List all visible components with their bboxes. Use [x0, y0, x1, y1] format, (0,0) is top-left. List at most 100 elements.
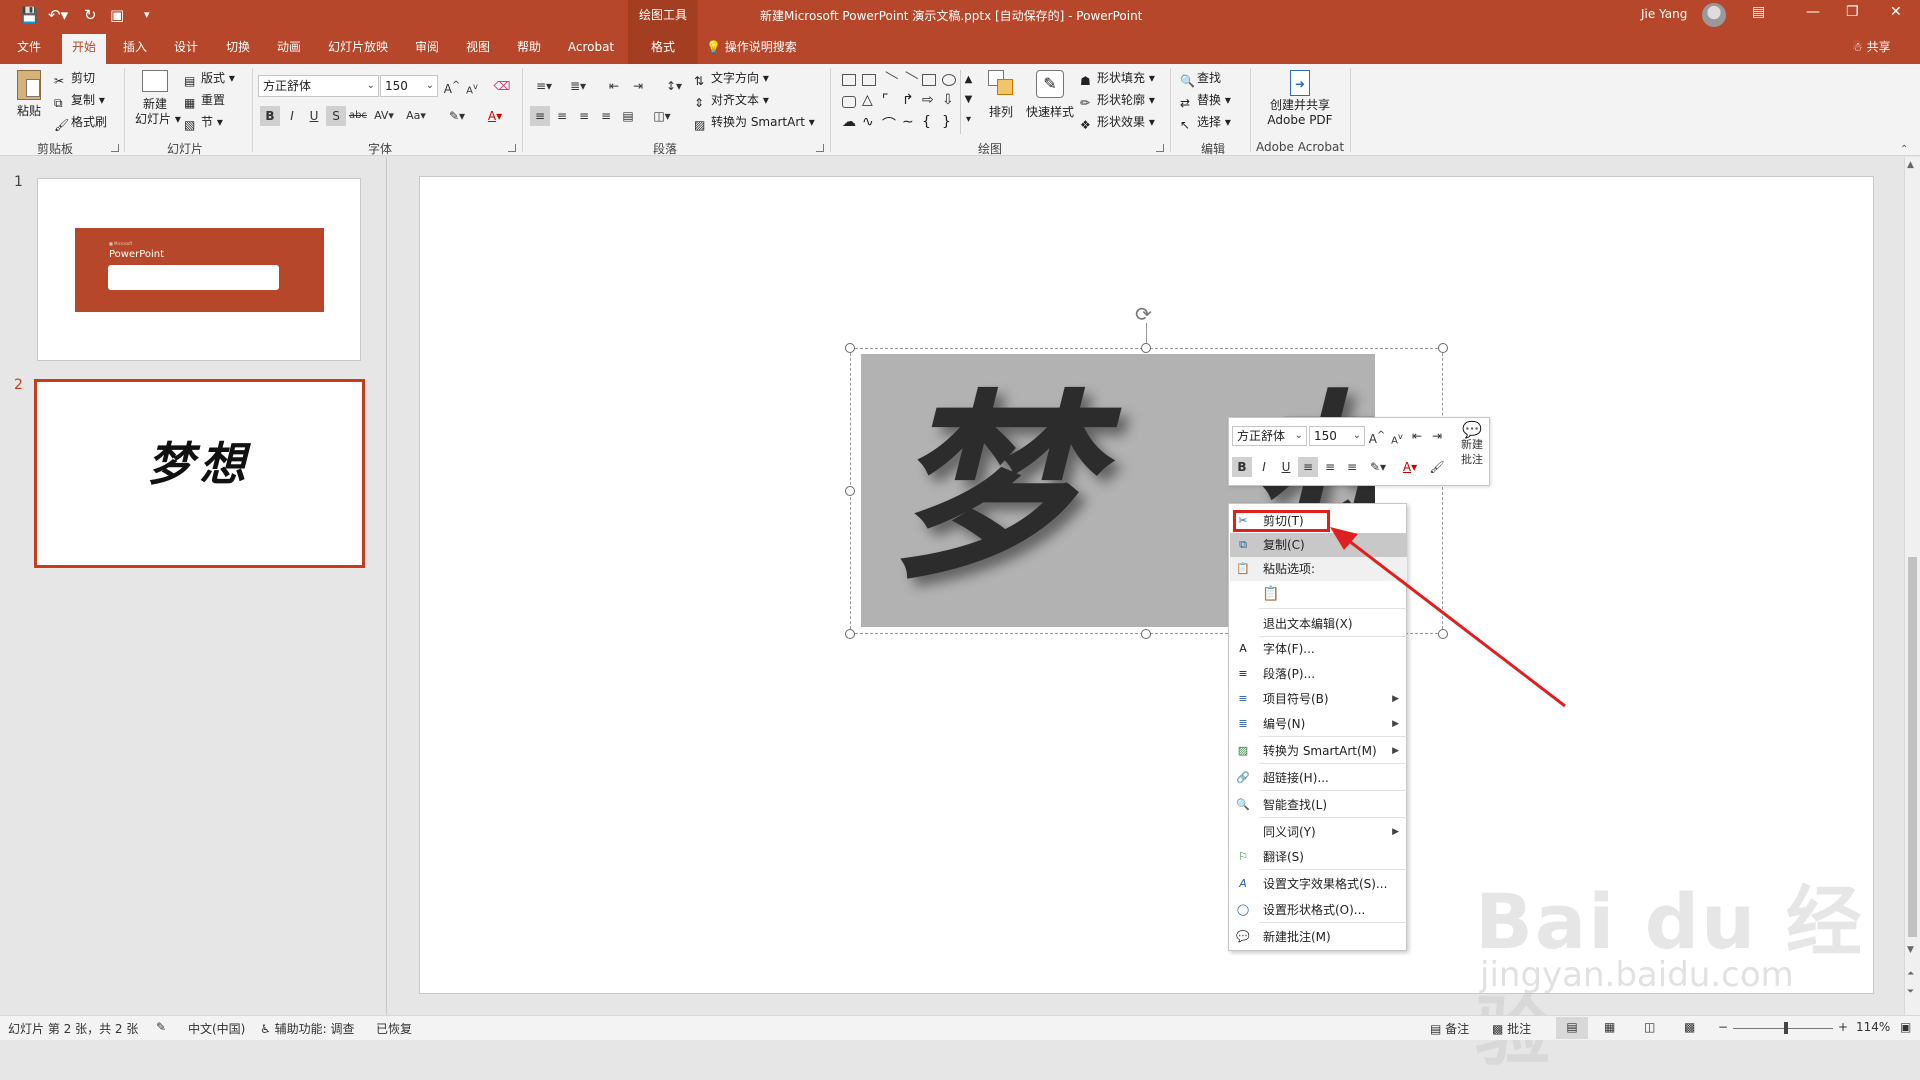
- curve-shape-icon[interactable]: ∿: [862, 114, 874, 130]
- numbering-icon[interactable]: ≣▾: [564, 76, 592, 96]
- wave-shape-icon[interactable]: ∼: [902, 114, 914, 130]
- undo-icon[interactable]: ↶▾: [48, 5, 68, 25]
- columns-icon[interactable]: ◫▾: [648, 106, 676, 126]
- tell-me-search[interactable]: 💡 操作说明搜索: [706, 30, 797, 64]
- convert-smartart-button[interactable]: ▨ 转换为 SmartArt ▾: [694, 114, 815, 132]
- text-direction-button[interactable]: ⇅ 文字方向 ▾: [694, 70, 769, 88]
- zoom-in-icon[interactable]: +: [1838, 1020, 1848, 1034]
- slide-thumbnail-1[interactable]: ■ Microsoft PowerPoint: [37, 178, 361, 361]
- freeform-shape-icon[interactable]: ☁: [842, 114, 856, 130]
- replace-button[interactable]: ⇄ 替换 ▾: [1180, 92, 1231, 110]
- rectangle-shape-icon[interactable]: [922, 74, 936, 86]
- redo-icon[interactable]: ↻: [84, 5, 97, 25]
- triangle-shape-icon[interactable]: △: [862, 92, 873, 108]
- share-button[interactable]: ☃ 共享: [1852, 30, 1891, 64]
- italic-button[interactable]: I: [282, 106, 302, 126]
- format-painter-icon[interactable]: 🖌: [1427, 457, 1447, 477]
- reading-view-icon[interactable]: ◫: [1644, 1020, 1655, 1034]
- save-icon[interactable]: 💾: [20, 5, 39, 25]
- oval-shape-icon[interactable]: [942, 74, 956, 86]
- tab-help[interactable]: 帮助: [508, 30, 550, 64]
- layout-button[interactable]: ▤ 版式 ▾: [184, 70, 235, 88]
- bold-button[interactable]: B: [260, 106, 280, 126]
- grow-font-icon[interactable]: A^: [442, 76, 462, 96]
- tab-acrobat[interactable]: Acrobat: [560, 30, 622, 64]
- comments-button[interactable]: ▩ 批注: [1492, 1020, 1531, 1037]
- arrange-button[interactable]: 排列: [984, 70, 1018, 120]
- copy-button[interactable]: ⧉ 复制 ▾: [54, 92, 105, 110]
- user-name[interactable]: Jie Yang: [1641, 7, 1687, 21]
- select-button[interactable]: ↖ 选择 ▾: [1180, 114, 1231, 132]
- notes-button[interactable]: ▤ 备注: [1430, 1020, 1469, 1037]
- paste-button[interactable]: 粘贴: [14, 70, 44, 134]
- slide-sorter-view-icon[interactable]: ▦: [1604, 1020, 1615, 1034]
- resize-handle-s[interactable]: [1141, 629, 1151, 639]
- menu-item-smart-lookup[interactable]: 🔍 智能查找(L): [1230, 793, 1407, 817]
- shape-fill-button[interactable]: ☗ 形状填充 ▾: [1080, 70, 1155, 88]
- line-spacing-icon[interactable]: ↕▾: [660, 76, 688, 96]
- right-arrow-shape-icon[interactable]: ⇨: [922, 92, 934, 108]
- align-right-icon[interactable]: ≡: [574, 106, 594, 126]
- tab-view[interactable]: 视图: [457, 30, 499, 64]
- collapse-ribbon-icon[interactable]: ⌃: [1900, 144, 1908, 155]
- accessibility-status[interactable]: ♿ 辅助功能: 调查: [260, 1020, 354, 1037]
- align-left-icon[interactable]: ≡: [1298, 457, 1318, 477]
- tab-design[interactable]: 设计: [165, 30, 207, 64]
- spellcheck-icon[interactable]: ✎: [156, 1020, 166, 1034]
- menu-item-convert-smartart[interactable]: ▨ 转换为 SmartArt(M) ▶: [1230, 739, 1407, 763]
- zoom-slider[interactable]: [1733, 1028, 1833, 1029]
- grow-font-icon[interactable]: A^: [1367, 426, 1387, 446]
- arrow-line-shape-icon[interactable]: [899, 71, 919, 89]
- slide-thumbnail-2[interactable]: 梦想: [34, 379, 365, 568]
- char-spacing-button[interactable]: AV▾: [370, 106, 398, 126]
- rotate-handle-icon[interactable]: ⟳: [1135, 302, 1152, 326]
- minimize-icon[interactable]: —: [1806, 4, 1820, 20]
- language-indicator[interactable]: 中文(中国): [188, 1020, 245, 1037]
- tab-review[interactable]: 审阅: [406, 30, 448, 64]
- resize-handle-w[interactable]: [845, 486, 855, 496]
- resize-handle-nw[interactable]: [845, 343, 855, 353]
- avatar[interactable]: [1702, 3, 1726, 27]
- menu-item-hyperlink[interactable]: 🔗 超链接(H)...: [1230, 766, 1407, 790]
- font-name-select[interactable]: 方正舒体 ⌄: [258, 75, 379, 97]
- customize-icon[interactable]: ▾: [144, 5, 150, 25]
- slideshow-view-icon[interactable]: ▩: [1684, 1020, 1695, 1034]
- highlight-color-button[interactable]: ✎▾: [1364, 457, 1392, 477]
- tab-insert[interactable]: 插入: [114, 30, 156, 64]
- mini-size-select[interactable]: 150 ⌄: [1309, 426, 1365, 446]
- increase-indent-icon[interactable]: ⇥: [1427, 426, 1447, 446]
- clear-formatting-icon[interactable]: ⌫: [492, 76, 512, 96]
- align-right-icon[interactable]: ≡: [1342, 457, 1362, 477]
- elbow-connector-shape-icon[interactable]: ⌜: [882, 92, 889, 108]
- underline-button[interactable]: U: [1276, 457, 1296, 477]
- menu-item-format-text-effects[interactable]: A 设置文字效果格式(S)...: [1230, 872, 1407, 896]
- line-shape-icon[interactable]: [879, 71, 899, 89]
- align-text-button[interactable]: ⇕ 对齐文本 ▾: [694, 92, 769, 110]
- underline-button[interactable]: U: [304, 106, 324, 126]
- tab-home[interactable]: 开始: [62, 34, 106, 64]
- bullets-icon[interactable]: ≡▾: [530, 76, 558, 96]
- shadow-button[interactable]: S: [326, 106, 346, 126]
- decrease-indent-icon[interactable]: ⇤: [604, 76, 624, 96]
- tab-animations[interactable]: 动画: [268, 30, 310, 64]
- paragraph-launcher-icon[interactable]: [816, 144, 824, 152]
- section-button[interactable]: ▧ 节 ▾: [184, 114, 223, 132]
- increase-indent-icon[interactable]: ⇥: [628, 76, 648, 96]
- shape-outline-button[interactable]: ✏ 形状轮廓 ▾: [1080, 92, 1155, 110]
- menu-item-new-comment[interactable]: 💬 新建批注(M): [1230, 925, 1407, 949]
- right-brace-shape-icon[interactable]: }: [942, 114, 951, 130]
- menu-item-translate[interactable]: ⚐ 翻译(S): [1230, 845, 1407, 869]
- new-comment-button[interactable]: 💬 新建 批注: [1455, 422, 1489, 467]
- justify-icon[interactable]: ≡: [596, 106, 616, 126]
- zoom-slider-knob[interactable]: [1784, 1022, 1788, 1034]
- align-left-icon[interactable]: ≡: [530, 106, 550, 126]
- resize-handle-ne[interactable]: [1438, 343, 1448, 353]
- find-button[interactable]: 🔍 查找: [1180, 70, 1221, 88]
- shapes-gallery-scroll[interactable]: ▲ ▼ ▾: [960, 70, 976, 134]
- bold-button[interactable]: B: [1232, 457, 1252, 477]
- reset-button[interactable]: ▦ 重置: [184, 92, 225, 110]
- distributed-icon[interactable]: ▤: [618, 106, 638, 126]
- ribbon-display-icon[interactable]: ▤: [1752, 4, 1765, 20]
- decrease-indent-icon[interactable]: ⇤: [1407, 426, 1427, 446]
- tab-file[interactable]: 文件: [8, 30, 50, 64]
